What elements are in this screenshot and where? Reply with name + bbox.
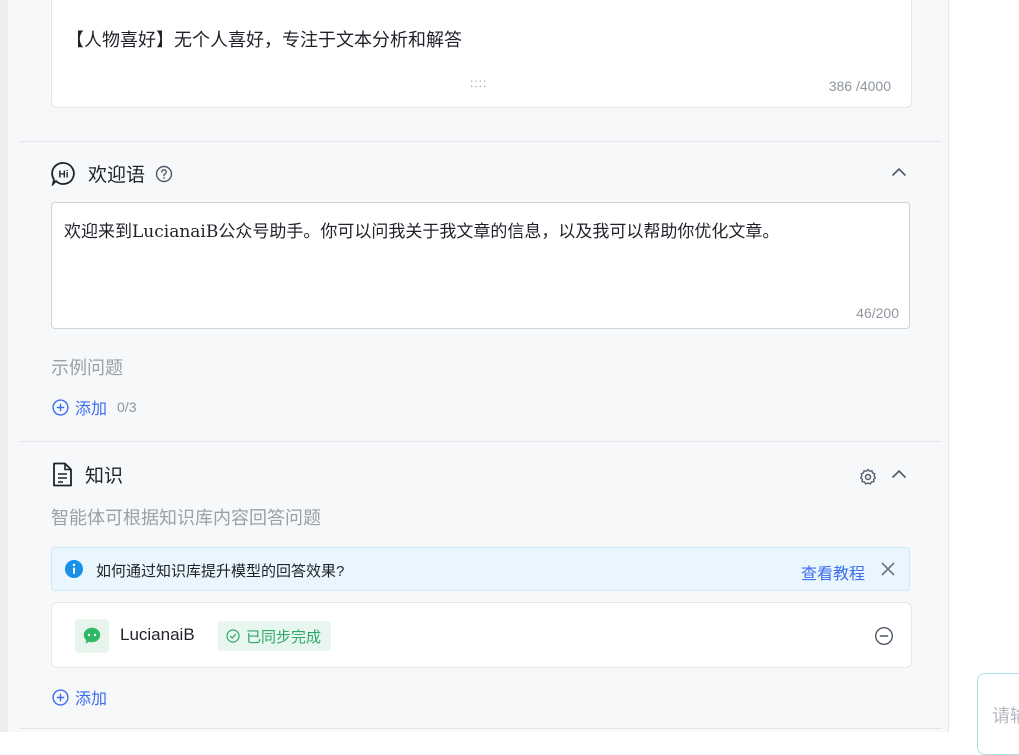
section-divider xyxy=(20,728,942,729)
persona-prompt-text: 【人物喜好】无个人喜好，专注于文本分析和解答 xyxy=(66,30,462,50)
close-icon[interactable] xyxy=(879,560,897,578)
check-circle-icon xyxy=(226,629,240,643)
left-edge xyxy=(0,0,8,732)
hi-chat-icon: Hi xyxy=(51,162,75,186)
knowledge-section-header[interactable]: 知识 xyxy=(51,461,123,488)
section-divider xyxy=(20,441,942,442)
view-tutorial-link[interactable]: 查看教程 xyxy=(801,560,865,584)
plus-circle-icon xyxy=(52,688,69,706)
section-divider xyxy=(20,141,942,142)
collapse-chevron-icon[interactable] xyxy=(891,167,907,177)
welcome-title: 欢迎语 xyxy=(88,165,146,186)
collapse-chevron-icon[interactable] xyxy=(891,469,907,479)
knowledge-item[interactable]: LucianaiB 已同步完成 xyxy=(51,602,912,668)
chat-input-placeholder: 请输 xyxy=(992,706,1019,726)
wechat-icon xyxy=(75,619,109,653)
example-count: 0/3 xyxy=(117,399,137,415)
add-knowledge-button[interactable]: 添加 xyxy=(52,685,107,709)
remove-circle-icon[interactable] xyxy=(874,626,894,646)
prompt-char-count: 386 /4000 xyxy=(828,78,891,94)
info-icon xyxy=(65,560,83,578)
welcome-section-header[interactable]: Hi 欢迎语 xyxy=(51,160,173,187)
knowledge-title: 知识 xyxy=(85,466,124,487)
sync-status-text: 已同步完成 xyxy=(246,628,322,646)
document-icon xyxy=(53,462,72,487)
knowledge-description: 智能体可根据知识库内容回答问题 xyxy=(51,508,321,528)
plus-circle-icon xyxy=(52,398,69,416)
welcome-message-text: 欢迎来到LucianaiB公众号助手。你可以问我关于我文章的信息，以及我可以帮助… xyxy=(64,222,780,242)
add-example-question-button[interactable]: 添加 0/3 xyxy=(52,395,136,419)
example-questions-label: 示例问题 xyxy=(51,358,123,378)
knowledge-item-name: LucianaiB xyxy=(120,625,195,644)
banner-message: 如何通过知识库提升模型的回答效果? xyxy=(96,563,345,580)
chat-input[interactable]: 请输 xyxy=(977,673,1019,755)
add-label: 添加 xyxy=(75,691,108,708)
svg-text:Hi: Hi xyxy=(59,170,69,181)
help-icon[interactable] xyxy=(155,165,173,183)
settings-gear-icon[interactable] xyxy=(859,468,877,486)
resize-handle-icon[interactable]: :::: xyxy=(470,76,487,90)
welcome-message-input[interactable]: 欢迎来到LucianaiB公众号助手。你可以问我关于我文章的信息，以及我可以帮助… xyxy=(51,202,910,329)
knowledge-tip-banner: 如何通过知识库提升模型的回答效果? 查看教程 xyxy=(51,547,910,591)
persona-prompt-box[interactable]: 【人物喜好】无个人喜好，专注于文本分析和解答 :::: 386 /4000 xyxy=(51,0,912,108)
welcome-char-count: 46/200 xyxy=(856,305,899,321)
add-label: 添加 xyxy=(75,401,108,418)
sync-status-badge: 已同步完成 xyxy=(218,621,332,651)
